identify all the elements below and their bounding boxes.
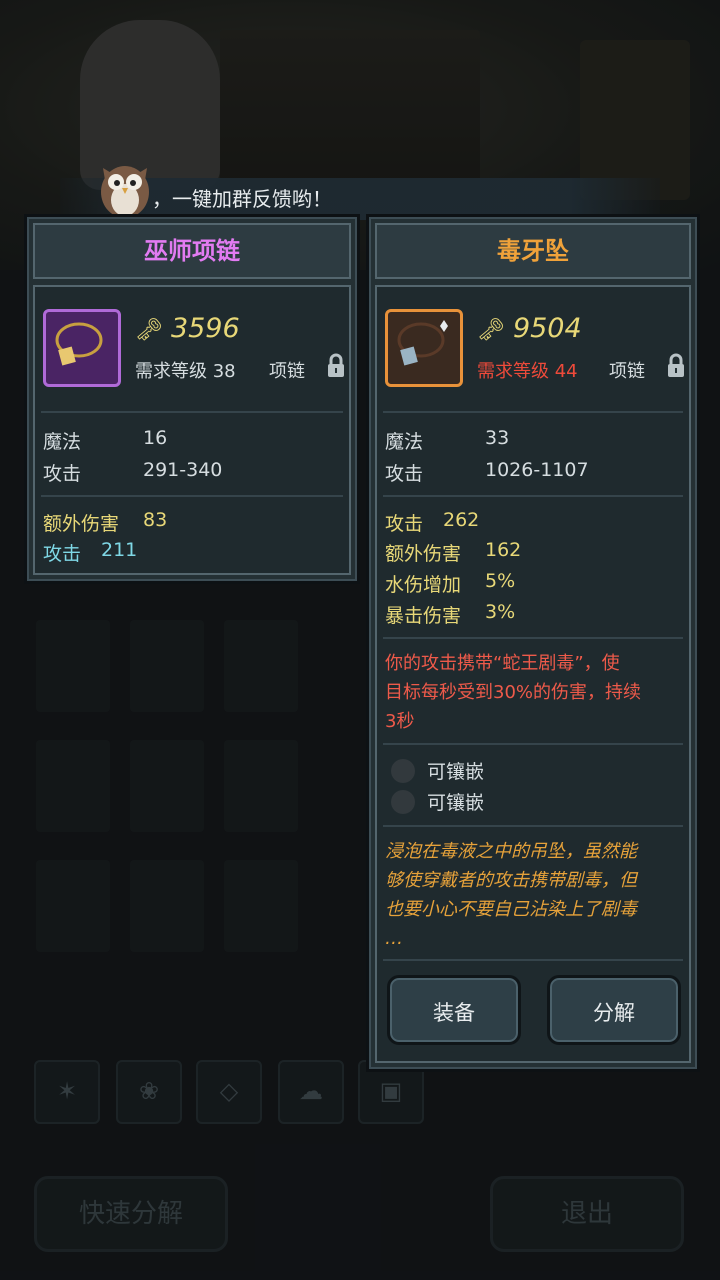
effect-description: 你的攻击携带“蛇王剧毒”，使 目标每秒受到30%的伤害，持续 3秒: [385, 653, 642, 732]
flavor-text: 浸泡在毒液之中的吊坠，虽然能 够使穿戴者的攻击携带剧毒，但 也要小心不要自己沾染…: [385, 841, 637, 949]
notice-text: ，一键加群反馈哟！: [152, 187, 332, 211]
decompose-button[interactable]: 分解: [547, 975, 681, 1045]
new-item-price: 🗝 9504: [477, 313, 582, 344]
bonus-stat-label: 额外伤害: [385, 543, 462, 565]
divider: [383, 637, 683, 639]
stat-value: 291-340: [143, 459, 223, 481]
divider: [383, 411, 683, 413]
divider: [383, 825, 683, 827]
equipped-item-title: 巫师项链: [33, 223, 351, 279]
new-item-slot: 项链: [609, 361, 645, 382]
lock-icon[interactable]: [325, 353, 347, 379]
socket-label: 可镶嵌: [427, 761, 485, 783]
divider: [383, 959, 683, 961]
bonus-stat-label: 水伤增加: [385, 574, 462, 596]
new-item-panel: 毒牙坠 🗝 9504 需求等级 44 项链 魔法 33 攻击 1026-1107 …: [366, 214, 700, 1072]
bonus-stat-label: 暴击伤害: [385, 605, 462, 627]
divider: [383, 495, 683, 497]
currency-icon: 🗝: [477, 318, 505, 343]
new-item-details: 🗝 9504 需求等级 44 项链 魔法 33 攻击 1026-1107 攻击 2…: [375, 285, 691, 1063]
equipped-item-name: 巫师项链: [144, 237, 240, 265]
bonus-stat-value: 262: [443, 509, 480, 531]
stat-label: 攻击: [43, 463, 82, 485]
socket-icon: [391, 790, 415, 814]
lock-icon[interactable]: [665, 353, 687, 379]
currency-icon: 🗝: [135, 318, 163, 343]
bonus-stat-value: 83: [143, 509, 168, 531]
stat-label: 魔法: [43, 431, 82, 453]
stat-label: 魔法: [385, 431, 424, 453]
equipped-item-details: 🗝 3596 需求等级 38 项链 魔法 16 攻击 291-340 额外伤害 8…: [33, 285, 351, 575]
pendant-icon: [385, 309, 463, 387]
new-item-title: 毒牙坠: [375, 223, 691, 279]
socket-icon: [391, 759, 415, 783]
bonus-stat-label: 攻击: [43, 543, 82, 565]
equipped-item-requirement: 需求等级 38: [135, 361, 236, 382]
new-item-name: 毒牙坠: [497, 237, 569, 265]
equip-button[interactable]: 装备: [387, 975, 521, 1045]
divider: [383, 743, 683, 745]
equipped-item-price: 🗝 3596: [135, 313, 240, 344]
equipped-item-slot: 项链: [269, 361, 305, 382]
divider: [41, 495, 343, 497]
bonus-stat-value: 3%: [485, 601, 516, 623]
stat-label: 攻击: [385, 463, 424, 485]
equipped-item-panel: 巫师项链 🗝 3596 需求等级 38 项链 魔法 16 攻击 291-340 额…: [24, 214, 360, 584]
bonus-stat-value: 211: [101, 539, 138, 561]
socket-label: 可镶嵌: [427, 792, 485, 814]
bonus-stat-label: 攻击: [385, 513, 424, 535]
new-item-requirement: 需求等级 44: [477, 361, 578, 382]
stat-value: 16: [143, 427, 168, 449]
stat-value: 33: [485, 427, 510, 449]
owl-mascot-icon: [101, 166, 149, 218]
bonus-stat-value: 162: [485, 539, 522, 561]
bonus-stat-label: 额外伤害: [43, 513, 120, 535]
stat-value: 1026-1107: [485, 459, 589, 481]
divider: [41, 411, 343, 413]
necklace-icon: [43, 309, 121, 387]
bonus-stat-value: 5%: [485, 570, 516, 592]
